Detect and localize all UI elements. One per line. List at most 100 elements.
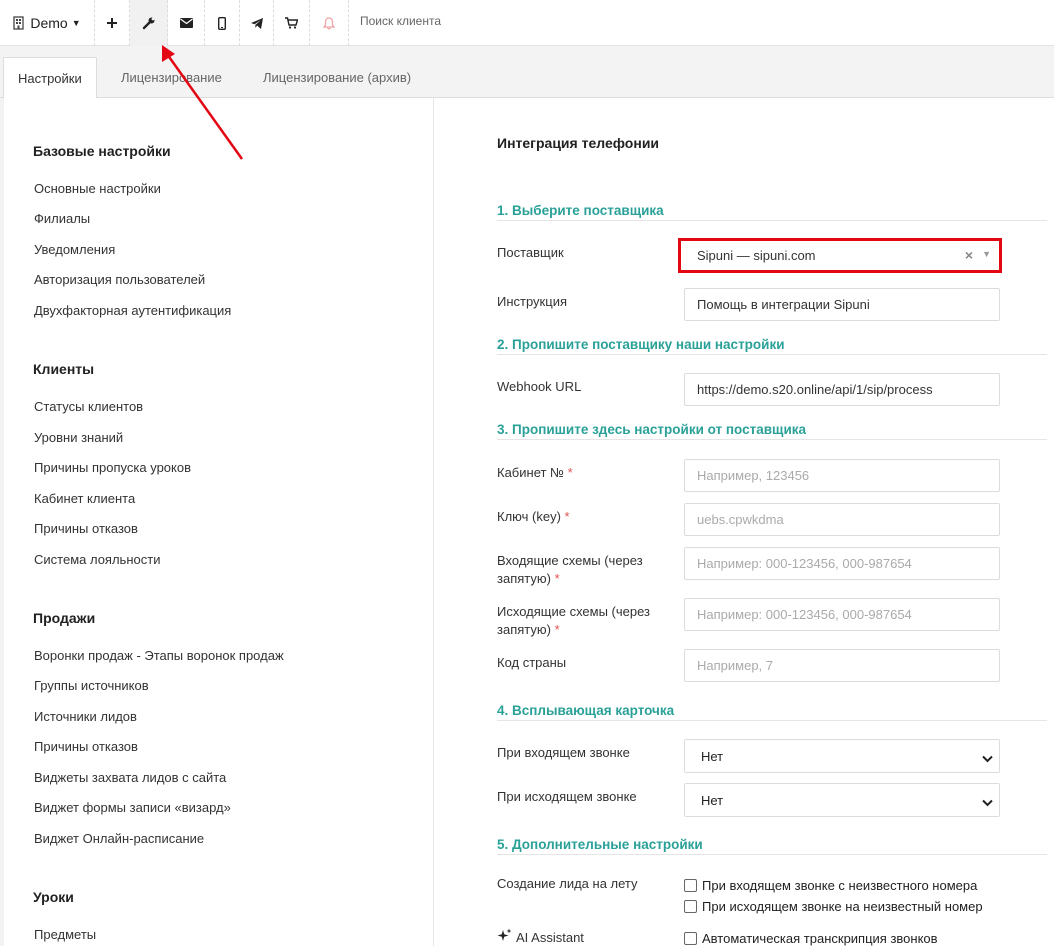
settings-sidebar: Базовые настройки Основные настройки Фил… [4, 98, 434, 946]
step-3-heading: 3. Пропишите здесь настройки от поставщи… [497, 422, 1047, 440]
ai-assistant-text: AI Assistant [516, 930, 584, 945]
key-label: Ключ (key) * [497, 508, 672, 526]
sidebar-item-lead-widgets[interactable]: Виджеты захвата лидов с сайта [34, 770, 226, 785]
sidebar-item-client-cabinet[interactable]: Кабинет клиента [34, 491, 135, 506]
tab-settings[interactable]: Настройки [3, 57, 97, 99]
sidebar-item-knowledge-levels[interactable]: Уровни знаний [34, 430, 123, 445]
provider-select[interactable]: Sipuni — sipuni.com × ▼ [678, 238, 1002, 273]
step-4-heading: 4. Всплывающая карточка [497, 703, 1047, 721]
cabinet-number-input[interactable]: Например, 123456 [684, 459, 1000, 492]
telegram-button[interactable] [240, 0, 274, 46]
cabinet-label: Кабинет № * [497, 464, 672, 482]
required-mark: * [564, 509, 570, 524]
clear-icon[interactable]: × [965, 247, 973, 263]
incoming-label-line2: запятую) [497, 571, 551, 586]
sidebar-item-sales-refusal-reasons[interactable]: Причины отказов [34, 739, 138, 754]
instruction-link[interactable]: Помощь в интеграции Sipuni [684, 288, 1000, 321]
client-search-input[interactable]: Поиск клиента [360, 14, 441, 28]
mobile-icon [218, 16, 226, 30]
tab-licensing[interactable]: Лицензирование [121, 57, 222, 98]
wrench-icon [142, 16, 156, 30]
demo-label: Demo [30, 15, 68, 31]
ai-assistant-label: AI Assistant [497, 928, 672, 946]
tab-licensing-archive[interactable]: Лицензирование (архив) [263, 57, 411, 98]
cart-icon [285, 17, 298, 29]
section-title-clients: Клиенты [33, 361, 95, 377]
popup-outgoing-select[interactable]: Нет [684, 783, 1000, 817]
sidebar-item-notifications[interactable]: Уведомления [34, 242, 115, 257]
sidebar-item-refusal-reasons[interactable]: Причины отказов [34, 521, 138, 536]
key-label-text: Ключ (key) [497, 509, 561, 524]
instruction-label: Инструкция [497, 294, 567, 309]
caret-down-icon: ▼ [982, 249, 991, 259]
country-code-input[interactable]: Например, 7 [684, 649, 1000, 682]
sidebar-item-schedule-widget[interactable]: Виджет Онлайн-расписание [34, 831, 204, 846]
sidebar-item-2fa[interactable]: Двухфакторная аутентификация [34, 303, 231, 318]
section-title-sales: Продажи [33, 610, 96, 626]
popup-incoming-value: Нет [701, 749, 724, 764]
outgoing-schemes-label: Исходящие схемы (через запятую) * [497, 603, 672, 639]
lead-incoming-checkbox[interactable]: При входящем звонке с неизвестного номер… [684, 878, 977, 893]
step-1-heading: 1. Выберите поставщика [497, 203, 1047, 221]
sms-button[interactable] [205, 0, 240, 46]
checkbox-box[interactable] [684, 900, 697, 913]
outgoing-label-line1: Исходящие схемы (через [497, 604, 651, 619]
webhook-label: Webhook URL [497, 379, 582, 394]
required-mark: * [554, 622, 560, 637]
bell-icon [323, 16, 335, 30]
demo-switcher[interactable]: Demo ▼ [0, 0, 95, 46]
sidebar-item-skip-reasons[interactable]: Причины пропуска уроков [34, 460, 191, 475]
cart-button[interactable] [274, 0, 310, 46]
sidebar-item-main-settings[interactable]: Основные настройки [34, 181, 161, 196]
popup-incoming-label: При входящем звонке [497, 745, 630, 760]
section-title-basic: Базовые настройки [33, 143, 171, 159]
required-mark: * [567, 465, 573, 480]
incoming-schemes-label: Входящие схемы (через запятую) * [497, 552, 672, 588]
notifications-button[interactable] [310, 0, 349, 46]
step-2-heading: 2. Пропишите поставщику наши настройки [497, 337, 1047, 355]
incoming-schemes-input[interactable]: Например: 000-123456, 000-987654 [684, 547, 1000, 580]
popup-outgoing-label: При исходящем звонке [497, 789, 637, 804]
required-mark: * [554, 571, 560, 586]
incoming-label-line1: Входящие схемы (через [497, 553, 643, 568]
cabinet-label-text: Кабинет № [497, 465, 564, 480]
mail-button[interactable] [168, 0, 205, 46]
outgoing-schemes-input[interactable]: Например: 000-123456, 000-987654 [684, 598, 1000, 631]
key-input[interactable]: uebs.cpwkdma [684, 503, 1000, 536]
ai-transcription-label: Автоматическая транскрипция звонков [702, 931, 938, 946]
page-title: Интеграция телефонии [497, 135, 660, 151]
country-code-label: Код страны [497, 655, 567, 670]
tab-bar: Настройки Лицензирование Лицензирование … [0, 47, 1054, 99]
outgoing-label-line2: запятую) [497, 622, 551, 637]
envelope-icon [179, 18, 193, 28]
add-button[interactable] [95, 0, 130, 46]
sidebar-item-source-groups[interactable]: Группы источников [34, 678, 149, 693]
sidebar-item-client-statuses[interactable]: Статусы клиентов [34, 399, 143, 414]
plus-icon [106, 17, 118, 29]
sidebar-item-lead-sources[interactable]: Источники лидов [34, 709, 137, 724]
chevron-down-icon [982, 751, 993, 766]
chevron-down-icon [982, 795, 993, 810]
lead-incoming-label: При входящем звонке с неизвестного номер… [702, 878, 978, 893]
checkbox-box[interactable] [684, 879, 697, 892]
checkbox-box[interactable] [684, 932, 697, 945]
sidebar-item-loyalty[interactable]: Система лояльности [34, 552, 160, 567]
telegram-icon [250, 17, 263, 29]
webhook-url-field[interactable]: https://demo.s20.online/api/1/sip/proces… [684, 373, 1000, 406]
top-toolbar: Demo ▼ Поиск клиента [0, 0, 1054, 46]
section-title-lessons: Уроки [33, 889, 74, 905]
settings-button[interactable] [130, 0, 168, 46]
sparkle-icon [497, 928, 512, 946]
step-5-heading: 5. Дополнительные настройки [497, 837, 1047, 855]
sidebar-item-sales-funnels[interactable]: Воронки продаж - Этапы воронок продаж [34, 648, 284, 663]
popup-incoming-select[interactable]: Нет [684, 739, 1000, 773]
ai-transcription-checkbox[interactable]: Автоматическая транскрипция звонков [684, 931, 938, 946]
sidebar-item-wizard-widget[interactable]: Виджет формы записи «визард» [34, 800, 231, 815]
sidebar-item-branches[interactable]: Филиалы [34, 211, 90, 226]
provider-label: Поставщик [497, 245, 564, 260]
lead-outgoing-checkbox[interactable]: При исходящем звонке на неизвестный номе… [684, 899, 983, 914]
telephony-integration-form: Интеграция телефонии 1. Выберите поставщ… [434, 98, 1054, 946]
sidebar-item-subjects[interactable]: Предметы [34, 927, 96, 942]
building-icon [13, 16, 25, 30]
sidebar-item-user-auth[interactable]: Авторизация пользователей [34, 272, 205, 287]
